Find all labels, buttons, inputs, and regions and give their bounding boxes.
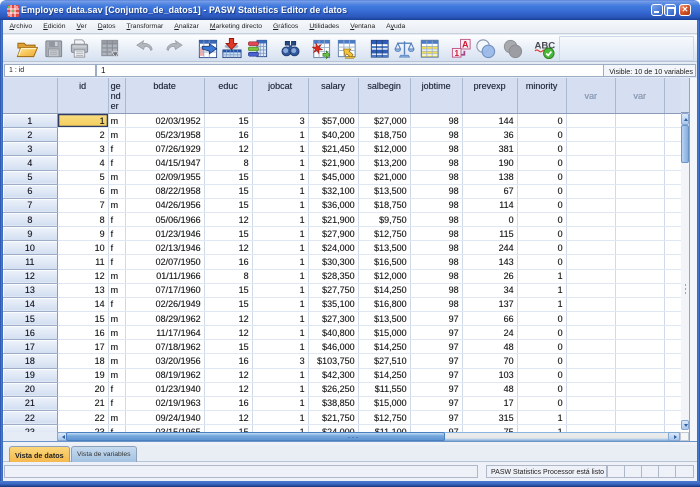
svg-text:1: 1 (454, 49, 459, 58)
svg-text:A: A (462, 40, 469, 50)
